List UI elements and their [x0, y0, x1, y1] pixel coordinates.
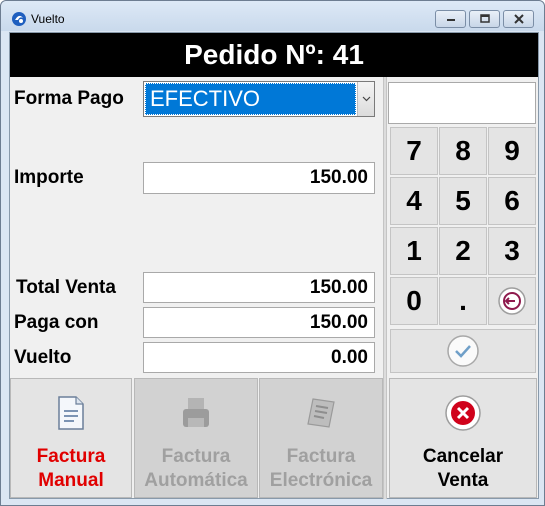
app-logo-icon [11, 11, 27, 27]
window-title: Vuelto [31, 12, 65, 26]
cancelar-line1: Cancelar [422, 446, 504, 467]
factura-electronica-line1: Factura [286, 446, 356, 467]
backspace-icon [498, 287, 526, 315]
key-8[interactable]: 8 [439, 127, 487, 175]
paga-con-field[interactable]: 150.00 [143, 307, 375, 338]
restore-icon [479, 14, 490, 23]
key-2[interactable]: 2 [439, 227, 487, 275]
factura-manual-line1: Factura [36, 446, 106, 467]
key-4[interactable]: 4 [390, 177, 438, 225]
restore-button[interactable] [469, 10, 500, 28]
minimize-icon [446, 19, 455, 21]
key-5[interactable]: 5 [439, 177, 487, 225]
order-title: Pedido Nº: 41 [184, 39, 364, 70]
close-window-icon [513, 14, 524, 24]
cancelar-line2: Venta [437, 470, 489, 491]
checkmark-icon [447, 335, 479, 367]
confirm-button[interactable] [390, 329, 536, 373]
order-header: Pedido Nº: 41 [10, 33, 538, 77]
backspace-button[interactable] [488, 277, 536, 325]
key-3[interactable]: 3 [488, 227, 536, 275]
key-1[interactable]: 1 [390, 227, 438, 275]
cancelar-venta-button[interactable]: Cancelar Venta [389, 378, 537, 498]
title-bar: Vuelto [1, 1, 544, 31]
importe-field[interactable]: 150.00 [143, 162, 375, 194]
vuelto-field[interactable]: 0.00 [143, 342, 375, 373]
key-6[interactable]: 6 [488, 177, 536, 225]
key-7[interactable]: 7 [390, 127, 438, 175]
factura-electronica-line2: Electrónica [269, 470, 373, 491]
document-icon [51, 393, 91, 433]
chevron-down-icon[interactable] [357, 82, 374, 116]
vertical-divider [383, 77, 387, 499]
forma-pago-label: Forma Pago [14, 88, 124, 109]
keypad-display[interactable] [388, 82, 536, 124]
factura-automatica-line2: Automática [144, 470, 248, 491]
minimize-button[interactable] [435, 10, 466, 28]
close-icon [443, 393, 483, 433]
factura-manual-line2: Manual [38, 470, 104, 491]
total-venta-label: Total Venta [16, 277, 116, 298]
key-dot[interactable]: . [439, 277, 487, 325]
factura-electronica-button[interactable]: Factura Electrónica [259, 378, 383, 498]
key-9[interactable]: 9 [488, 127, 536, 175]
paga-con-label: Paga con [14, 312, 99, 333]
vuelto-label: Vuelto [14, 347, 72, 368]
factura-manual-button[interactable]: Factura Manual [10, 378, 132, 498]
importe-label: Importe [14, 167, 84, 188]
close-window-button[interactable] [503, 10, 534, 28]
total-venta-field[interactable]: 150.00 [143, 272, 375, 303]
factura-automatica-line1: Factura [161, 446, 231, 467]
client-area: Pedido Nº: 41 Forma Pago EFECTIVO Import… [9, 32, 539, 499]
forma-pago-select[interactable]: EFECTIVO [143, 81, 375, 117]
factura-automatica-button[interactable]: Factura Automática [134, 378, 258, 498]
forma-pago-selected: EFECTIVO [145, 83, 356, 115]
printer-icon [176, 393, 216, 433]
vuelto-window: Vuelto Pedido Nº: 41 Forma Pago EFECTIVO… [0, 0, 545, 506]
key-0[interactable]: 0 [390, 277, 438, 325]
electronic-invoice-icon [301, 393, 341, 433]
